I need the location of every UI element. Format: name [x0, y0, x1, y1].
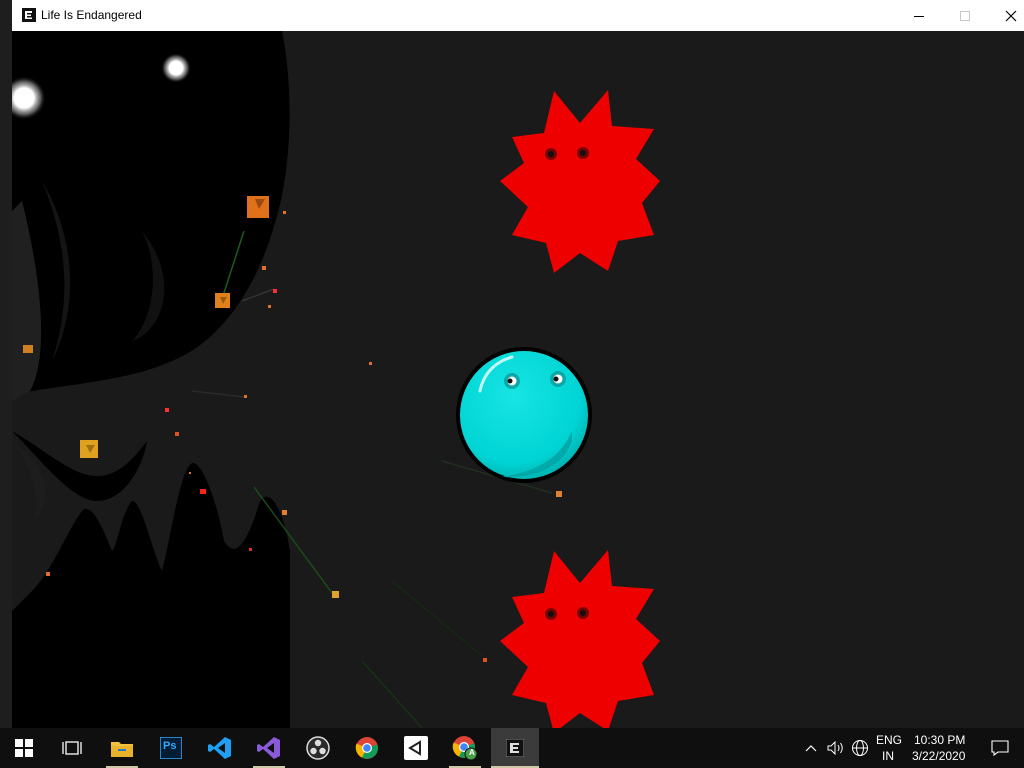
minimize-icon — [914, 15, 924, 17]
visual-studio-icon — [257, 737, 280, 759]
chevron-up-icon — [805, 745, 817, 752]
game-app-icon — [506, 739, 524, 757]
photoshop-button[interactable]: Ps — [147, 728, 195, 768]
visual-studio-button[interactable] — [245, 728, 293, 768]
folder-icon — [111, 742, 133, 757]
chrome-icon — [355, 737, 378, 759]
minimize-button[interactable] — [896, 0, 942, 31]
close-icon — [1005, 10, 1017, 21]
unity-icon — [404, 736, 428, 760]
profile-badge: A — [469, 748, 475, 757]
close-button[interactable] — [988, 0, 1024, 31]
keyboard-region: IN — [882, 749, 894, 763]
speaker-icon — [827, 741, 843, 755]
game-window: Life Is Endangered — [12, 0, 1024, 728]
background-window-edge — [0, 0, 12, 728]
app-icon — [22, 8, 36, 22]
volume-button[interactable] — [824, 728, 848, 768]
titlebar: Life Is Endangered — [12, 0, 1024, 31]
clock-time: 10:30 PM — [914, 733, 966, 747]
windows-icon — [15, 739, 33, 757]
language-indicator[interactable]: ENG IN — [872, 728, 906, 768]
red-spike-enemy — [500, 90, 660, 273]
globe-icon — [852, 740, 868, 756]
obs-icon — [306, 736, 330, 760]
obs-button[interactable] — [294, 728, 342, 768]
maximize-button[interactable] — [942, 0, 988, 31]
vscode-button[interactable] — [196, 728, 244, 768]
start-button[interactable] — [0, 728, 48, 768]
chrome-profile-button[interactable]: A — [441, 728, 489, 768]
task-view-button[interactable] — [48, 728, 96, 768]
game-canvas[interactable] — [12, 31, 1024, 728]
shadow-monster — [12, 31, 290, 728]
game-app-button[interactable] — [491, 728, 539, 768]
notification-icon — [991, 740, 1009, 756]
network-button[interactable] — [848, 728, 872, 768]
red-spike-enemy — [500, 550, 660, 728]
taskbar: Ps A ENG IN 10:30 PM 3/22/2020 — [0, 728, 1024, 768]
file-explorer-button[interactable] — [98, 728, 146, 768]
clock-date: 3/22/2020 — [912, 749, 966, 763]
language-code: ENG — [876, 733, 903, 747]
chrome-button[interactable] — [343, 728, 391, 768]
photoshop-label: Ps — [163, 740, 177, 752]
player-ball — [456, 347, 592, 483]
unity-button[interactable] — [392, 728, 440, 768]
monster-eye-right — [161, 53, 191, 83]
vscode-icon — [208, 737, 231, 759]
action-center-button[interactable] — [976, 728, 1024, 768]
clock[interactable]: 10:30 PM 3/22/2020 — [908, 728, 970, 768]
show-hidden-icons-button[interactable] — [800, 728, 822, 768]
window-title: Life Is Endangered — [41, 8, 142, 22]
task-view-icon — [62, 741, 82, 755]
maximize-icon — [960, 10, 970, 21]
